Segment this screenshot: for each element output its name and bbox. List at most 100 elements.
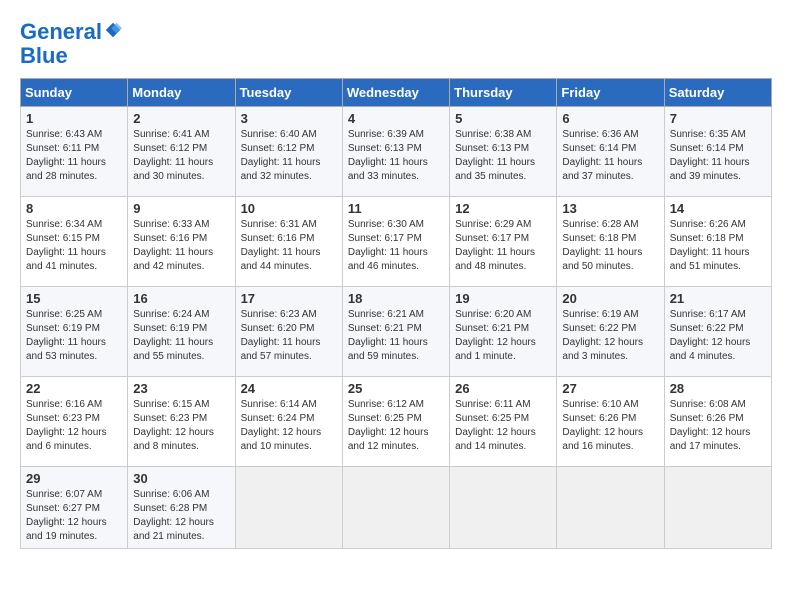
logo: General Blue — [20, 20, 122, 68]
day-info: Sunrise: 6:41 AMSunset: 6:12 PMDaylight:… — [133, 128, 229, 184]
day-number: 2 — [133, 111, 229, 126]
day-info: Sunrise: 6:11 AMSunset: 6:25 PMDaylight:… — [455, 398, 551, 454]
day-number: 8 — [26, 201, 122, 216]
calendar-day-cell: 8 Sunrise: 6:34 AMSunset: 6:15 PMDaylight… — [21, 197, 128, 287]
calendar-day-cell: 25 Sunrise: 6:12 AMSunset: 6:25 PMDayligh… — [342, 377, 449, 467]
day-info: Sunrise: 6:16 AMSunset: 6:23 PMDaylight:… — [26, 398, 122, 454]
day-number: 13 — [562, 201, 658, 216]
calendar-day-cell: 20 Sunrise: 6:19 AMSunset: 6:22 PMDayligh… — [557, 287, 664, 377]
day-number: 27 — [562, 381, 658, 396]
calendar-day-cell: 17 Sunrise: 6:23 AMSunset: 6:20 PMDayligh… — [235, 287, 342, 377]
day-info: Sunrise: 6:28 AMSunset: 6:18 PMDaylight:… — [562, 218, 658, 274]
calendar-day-cell — [235, 467, 342, 549]
calendar-week-row: 29 Sunrise: 6:07 AMSunset: 6:27 PMDayligh… — [21, 467, 772, 549]
calendar-day-cell: 13 Sunrise: 6:28 AMSunset: 6:18 PMDayligh… — [557, 197, 664, 287]
day-number: 5 — [455, 111, 551, 126]
calendar-day-cell: 15 Sunrise: 6:25 AMSunset: 6:19 PMDayligh… — [21, 287, 128, 377]
calendar-day-cell: 21Sunrise: 6:17 AMSunset: 6:22 PMDayligh… — [664, 287, 771, 377]
day-info: Sunrise: 6:40 AMSunset: 6:12 PMDaylight:… — [241, 128, 337, 184]
calendar-day-cell: 11 Sunrise: 6:30 AMSunset: 6:17 PMDayligh… — [342, 197, 449, 287]
day-info: Sunrise: 6:33 AMSunset: 6:16 PMDaylight:… — [133, 218, 229, 274]
day-info: Sunrise: 6:31 AMSunset: 6:16 PMDaylight:… — [241, 218, 337, 274]
day-number: 17 — [241, 291, 337, 306]
calendar-day-cell: 22 Sunrise: 6:16 AMSunset: 6:23 PMDayligh… — [21, 377, 128, 467]
day-number: 7 — [670, 111, 766, 126]
calendar-day-cell: 14 Sunrise: 6:26 AMSunset: 6:18 PMDayligh… — [664, 197, 771, 287]
calendar-day-cell: 27 Sunrise: 6:10 AMSunset: 6:26 PMDayligh… — [557, 377, 664, 467]
day-number: 30 — [133, 471, 229, 486]
day-number: 10 — [241, 201, 337, 216]
calendar-day-cell — [450, 467, 557, 549]
day-number: 6 — [562, 111, 658, 126]
weekday-header: Thursday — [450, 79, 557, 107]
day-info: Sunrise: 6:12 AMSunset: 6:25 PMDaylight:… — [348, 398, 444, 454]
calendar-week-row: 15 Sunrise: 6:25 AMSunset: 6:19 PMDayligh… — [21, 287, 772, 377]
day-info: Sunrise: 6:10 AMSunset: 6:26 PMDaylight:… — [562, 398, 658, 454]
day-number: 25 — [348, 381, 444, 396]
day-info: Sunrise: 6:23 AMSunset: 6:20 PMDaylight:… — [241, 308, 337, 364]
calendar-day-cell: 30 Sunrise: 6:06 AMSunset: 6:28 PMDayligh… — [128, 467, 235, 549]
calendar-day-cell: 12 Sunrise: 6:29 AMSunset: 6:17 PMDayligh… — [450, 197, 557, 287]
day-number: 26 — [455, 381, 551, 396]
day-info: Sunrise: 6:24 AMSunset: 6:19 PMDaylight:… — [133, 308, 229, 364]
day-info: Sunrise: 6:36 AMSunset: 6:14 PMDaylight:… — [562, 128, 658, 184]
day-number: 18 — [348, 291, 444, 306]
day-number: 14 — [670, 201, 766, 216]
day-number: 3 — [241, 111, 337, 126]
day-info: Sunrise: 6:19 AMSunset: 6:22 PMDaylight:… — [562, 308, 658, 364]
day-number: 20 — [562, 291, 658, 306]
calendar-day-cell — [664, 467, 771, 549]
day-info: Sunrise: 6:14 AMSunset: 6:24 PMDaylight:… — [241, 398, 337, 454]
calendar-day-cell: 6 Sunrise: 6:36 AMSunset: 6:14 PMDaylight… — [557, 107, 664, 197]
calendar-day-cell: 16 Sunrise: 6:24 AMSunset: 6:19 PMDayligh… — [128, 287, 235, 377]
weekday-header: Monday — [128, 79, 235, 107]
page-header: General Blue — [20, 20, 772, 68]
day-number: 22 — [26, 381, 122, 396]
calendar-day-cell: 2 Sunrise: 6:41 AMSunset: 6:12 PMDaylight… — [128, 107, 235, 197]
day-info: Sunrise: 6:26 AMSunset: 6:18 PMDaylight:… — [670, 218, 766, 274]
day-info: Sunrise: 6:20 AMSunset: 6:21 PMDaylight:… — [455, 308, 551, 364]
day-number: 15 — [26, 291, 122, 306]
calendar-week-row: 22 Sunrise: 6:16 AMSunset: 6:23 PMDayligh… — [21, 377, 772, 467]
day-info: Sunrise: 6:15 AMSunset: 6:23 PMDaylight:… — [133, 398, 229, 454]
calendar-day-cell: 1Sunrise: 6:43 AMSunset: 6:11 PMDaylight… — [21, 107, 128, 197]
day-info: Sunrise: 6:38 AMSunset: 6:13 PMDaylight:… — [455, 128, 551, 184]
day-number: 4 — [348, 111, 444, 126]
weekday-header: Friday — [557, 79, 664, 107]
day-number: 19 — [455, 291, 551, 306]
calendar-day-cell: 26 Sunrise: 6:11 AMSunset: 6:25 PMDayligh… — [450, 377, 557, 467]
weekday-header: Saturday — [664, 79, 771, 107]
day-info: Sunrise: 6:43 AMSunset: 6:11 PMDaylight:… — [26, 128, 122, 184]
weekday-header: Sunday — [21, 79, 128, 107]
day-info: Sunrise: 6:25 AMSunset: 6:19 PMDaylight:… — [26, 308, 122, 364]
day-number: 28 — [670, 381, 766, 396]
day-info: Sunrise: 6:34 AMSunset: 6:15 PMDaylight:… — [26, 218, 122, 274]
day-number: 16 — [133, 291, 229, 306]
day-info: Sunrise: 6:29 AMSunset: 6:17 PMDaylight:… — [455, 218, 551, 274]
calendar-day-cell: 23Sunrise: 6:15 AMSunset: 6:23 PMDayligh… — [128, 377, 235, 467]
day-info: Sunrise: 6:21 AMSunset: 6:21 PMDaylight:… — [348, 308, 444, 364]
calendar-day-cell: 5 Sunrise: 6:38 AMSunset: 6:13 PMDaylight… — [450, 107, 557, 197]
day-info: Sunrise: 6:07 AMSunset: 6:27 PMDaylight:… — [26, 488, 122, 544]
day-number: 9 — [133, 201, 229, 216]
day-info: Sunrise: 6:08 AMSunset: 6:26 PMDaylight:… — [670, 398, 766, 454]
calendar-day-cell: 4 Sunrise: 6:39 AMSunset: 6:13 PMDaylight… — [342, 107, 449, 197]
day-number: 24 — [241, 381, 337, 396]
calendar-day-cell: 29 Sunrise: 6:07 AMSunset: 6:27 PMDayligh… — [21, 467, 128, 549]
day-info: Sunrise: 6:30 AMSunset: 6:17 PMDaylight:… — [348, 218, 444, 274]
day-info: Sunrise: 6:39 AMSunset: 6:13 PMDaylight:… — [348, 128, 444, 184]
calendar-day-cell: 24 Sunrise: 6:14 AMSunset: 6:24 PMDayligh… — [235, 377, 342, 467]
calendar-day-cell — [557, 467, 664, 549]
calendar-table: SundayMondayTuesdayWednesdayThursdayFrid… — [20, 78, 772, 549]
day-info: Sunrise: 6:06 AMSunset: 6:28 PMDaylight:… — [133, 488, 229, 544]
calendar-day-cell: 18 Sunrise: 6:21 AMSunset: 6:21 PMDayligh… — [342, 287, 449, 377]
logo-icon — [104, 21, 122, 39]
day-number: 29 — [26, 471, 122, 486]
calendar-header: SundayMondayTuesdayWednesdayThursdayFrid… — [21, 79, 772, 107]
day-info: Sunrise: 6:17 AMSunset: 6:22 PMDaylight:… — [670, 308, 766, 364]
calendar-day-cell — [342, 467, 449, 549]
day-number: 11 — [348, 201, 444, 216]
day-number: 12 — [455, 201, 551, 216]
calendar-week-row: 1Sunrise: 6:43 AMSunset: 6:11 PMDaylight… — [21, 107, 772, 197]
calendar-body: 1Sunrise: 6:43 AMSunset: 6:11 PMDaylight… — [21, 107, 772, 549]
